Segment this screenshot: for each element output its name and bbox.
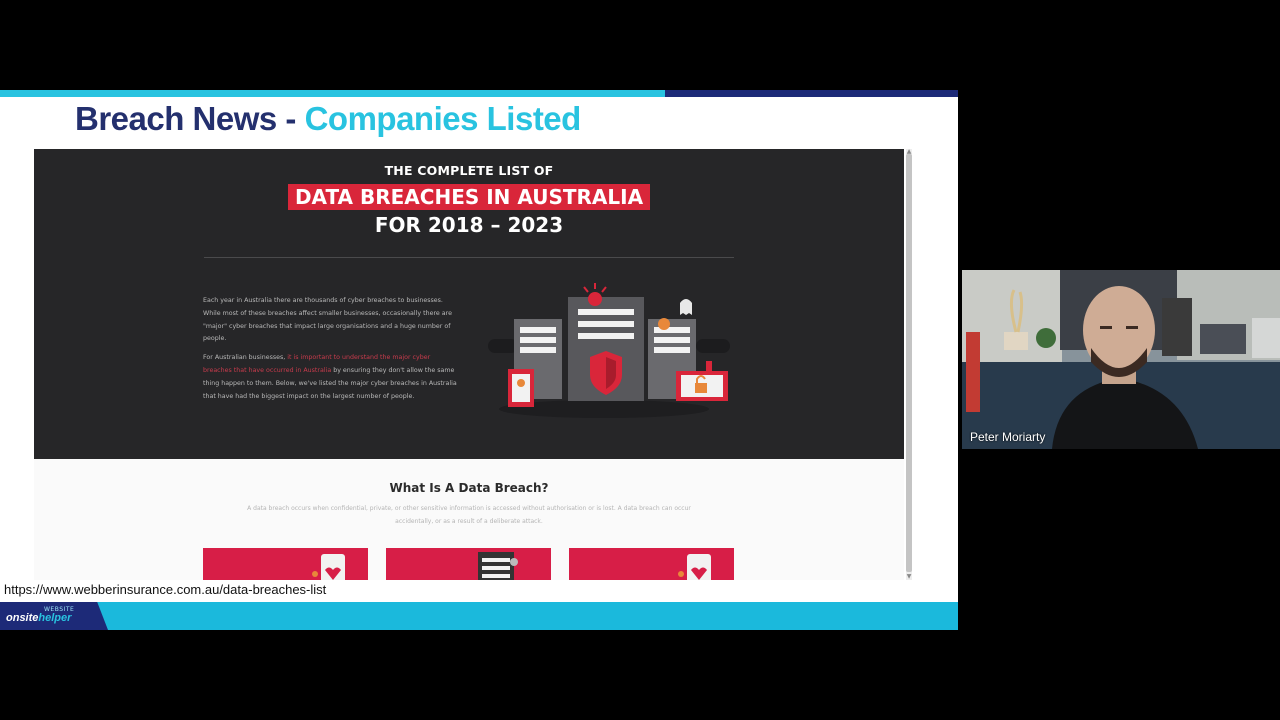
ghost-icon [680, 299, 692, 315]
slide-top-bar-cyan [0, 90, 665, 97]
scroll-up-arrow-icon[interactable]: ▲ [905, 149, 913, 155]
slide-title: Breach News - Companies Listed [75, 100, 581, 138]
participant-name-label: Peter Moriarty [970, 430, 1046, 444]
slide-title-part2: Companies Listed [304, 100, 582, 137]
intro-text: Each year in Australia there are thousan… [203, 295, 459, 409]
intro-paragraph-1: Each year in Australia there are thousan… [203, 297, 452, 343]
participant-video-tile[interactable]: Peter Moriarty [962, 270, 1280, 449]
slide-title-part1: Breach News - [75, 100, 305, 137]
hero-pretitle: THE COMPLETE LIST OF [384, 163, 554, 178]
intro-p2-start: For Australian businesses, [203, 354, 286, 362]
logo-main-b: helper [38, 612, 72, 624]
alarm-icon [588, 292, 602, 306]
server-shield-illustration [488, 283, 730, 418]
section-heading: What Is A Data Breach? [389, 481, 549, 495]
website-screenshot-section: What Is A Data Breach? A data breach occ… [34, 459, 904, 580]
presentation-slide: Breach News - Companies Listed THE COMPL… [0, 90, 958, 630]
hero-title-highlight: DATA BREACHES IN AUSTRALIA [288, 184, 650, 210]
info-card-3 [569, 548, 734, 580]
logo-main-a: onsite [6, 612, 39, 624]
hero-divider [204, 257, 734, 258]
slide-top-bar-navy [665, 90, 958, 97]
website-screenshot-hero: THE COMPLETE LIST OF DATA BREACHES IN AU… [34, 149, 904, 459]
participant-video-feed [962, 270, 1280, 449]
status-url: https://www.webberinsurance.com.au/data-… [0, 580, 331, 600]
hero-subtitle: FOR 2018 – 2023 [374, 213, 564, 237]
onsite-helper-logo: WEBSITE onsitehelper [4, 606, 84, 628]
lock-icon [695, 383, 707, 393]
scrollbar-thumb[interactable] [906, 154, 912, 572]
info-card-2 [386, 548, 551, 580]
info-card-1 [203, 548, 368, 580]
slide-footer-bar [0, 602, 958, 630]
intro-paragraph-2: For Australian businesses, it is importa… [203, 352, 459, 403]
logo-main-text: onsitehelper [6, 612, 71, 624]
section-description: A data breach occurs when confidential, … [247, 505, 691, 525]
scroll-down-arrow-icon[interactable]: ▼ [905, 574, 913, 580]
